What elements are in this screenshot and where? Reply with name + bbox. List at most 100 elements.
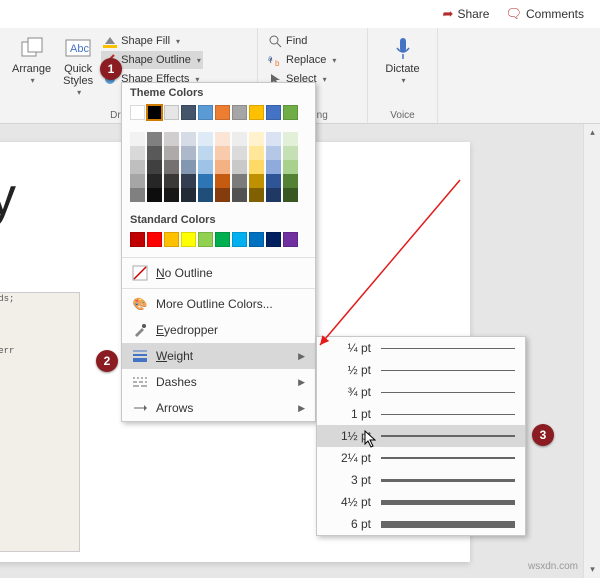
color-swatch[interactable] xyxy=(198,232,213,247)
weight-option[interactable]: ¾ pt xyxy=(317,381,525,403)
color-swatch[interactable] xyxy=(198,174,213,188)
color-swatch[interactable] xyxy=(164,174,179,188)
color-swatch[interactable] xyxy=(130,132,145,146)
color-swatch[interactable] xyxy=(249,174,264,188)
arrange-button[interactable]: Arrange▾ xyxy=(8,32,55,87)
weight-item[interactable]: Weight▶ xyxy=(122,343,315,369)
color-swatch[interactable] xyxy=(249,160,264,174)
color-swatch[interactable] xyxy=(181,132,196,146)
more-colors-item[interactable]: 🎨More Outline Colors... xyxy=(122,291,315,317)
color-swatch[interactable] xyxy=(181,146,196,160)
color-swatch[interactable] xyxy=(232,146,247,160)
color-swatch[interactable] xyxy=(215,160,230,174)
color-swatch[interactable] xyxy=(249,188,264,202)
color-swatch[interactable] xyxy=(266,132,281,146)
color-swatch[interactable] xyxy=(198,105,213,120)
color-swatch[interactable] xyxy=(130,146,145,160)
color-swatch[interactable] xyxy=(283,146,298,160)
color-swatch[interactable] xyxy=(181,160,196,174)
shape-fill-button[interactable]: Shape Fill▾ xyxy=(101,32,203,50)
color-swatch[interactable] xyxy=(215,188,230,202)
color-swatch[interactable] xyxy=(232,105,247,120)
weight-option[interactable]: 4½ pt xyxy=(317,491,525,513)
quick-styles-button[interactable]: Abc Quick Styles▾ xyxy=(59,32,97,99)
color-swatch[interactable] xyxy=(232,160,247,174)
weight-option[interactable]: 6 pt xyxy=(317,513,525,535)
replace-button[interactable]: abReplace▾ xyxy=(266,51,359,69)
weight-option[interactable]: ¼ pt xyxy=(317,337,525,359)
pasted-image[interactable]: content ds;yQuals :{te,m;sm;it();erryQua… xyxy=(0,292,80,552)
color-swatch[interactable] xyxy=(164,105,179,120)
weight-option-label: 1 pt xyxy=(327,407,371,421)
color-swatch[interactable] xyxy=(215,146,230,160)
color-swatch[interactable] xyxy=(164,188,179,202)
color-swatch[interactable] xyxy=(266,188,281,202)
color-swatch[interactable] xyxy=(232,174,247,188)
find-button[interactable]: Find xyxy=(266,32,359,50)
color-swatch[interactable] xyxy=(283,132,298,146)
color-swatch[interactable] xyxy=(147,232,162,247)
weight-option[interactable]: 1 pt xyxy=(317,403,525,425)
weight-option[interactable]: ½ pt xyxy=(317,359,525,381)
color-swatch[interactable] xyxy=(215,174,230,188)
color-swatch[interactable] xyxy=(249,132,264,146)
no-outline-item[interactable]: No Outline xyxy=(122,260,315,286)
weight-option[interactable]: 1½ pt xyxy=(317,425,525,447)
color-swatch[interactable] xyxy=(130,160,145,174)
eyedropper-item[interactable]: Eyedropper xyxy=(122,317,315,343)
color-swatch[interactable] xyxy=(164,232,179,247)
dictate-button[interactable]: Dictate▾ xyxy=(376,32,429,87)
slide-title: ly xyxy=(0,166,15,228)
color-swatch[interactable] xyxy=(249,146,264,160)
color-swatch[interactable] xyxy=(215,132,230,146)
color-swatch[interactable] xyxy=(181,105,196,120)
color-swatch[interactable] xyxy=(283,232,298,247)
color-swatch[interactable] xyxy=(215,232,230,247)
color-swatch[interactable] xyxy=(283,160,298,174)
color-swatch[interactable] xyxy=(266,160,281,174)
color-swatch[interactable] xyxy=(130,105,145,120)
color-swatch[interactable] xyxy=(232,132,247,146)
color-swatch[interactable] xyxy=(181,232,196,247)
color-swatch[interactable] xyxy=(147,188,162,202)
scroll-up-button[interactable]: ▴ xyxy=(584,124,600,141)
color-swatch[interactable] xyxy=(147,132,162,146)
color-swatch[interactable] xyxy=(130,174,145,188)
color-swatch[interactable] xyxy=(266,232,281,247)
weight-option[interactable]: 2¼ pt xyxy=(317,447,525,469)
color-swatch[interactable] xyxy=(283,174,298,188)
weight-option[interactable]: 3 pt xyxy=(317,469,525,491)
color-swatch[interactable] xyxy=(266,174,281,188)
color-swatch[interactable] xyxy=(232,188,247,202)
color-swatch[interactable] xyxy=(147,160,162,174)
color-swatch[interactable] xyxy=(266,146,281,160)
color-swatch[interactable] xyxy=(130,232,145,247)
color-swatch[interactable] xyxy=(283,188,298,202)
scroll-down-button[interactable]: ▾ xyxy=(584,561,600,578)
color-swatch[interactable] xyxy=(266,105,281,120)
color-swatch[interactable] xyxy=(198,146,213,160)
color-swatch[interactable] xyxy=(147,174,162,188)
color-swatch[interactable] xyxy=(198,188,213,202)
color-swatch[interactable] xyxy=(147,146,162,160)
color-swatch[interactable] xyxy=(198,160,213,174)
comments-button[interactable]: 🗨Comments xyxy=(501,4,588,24)
color-swatch[interactable] xyxy=(164,160,179,174)
color-swatch[interactable] xyxy=(283,105,298,120)
color-swatch[interactable] xyxy=(130,188,145,202)
standard-colors-header: Standard Colors xyxy=(122,210,315,228)
color-swatch[interactable] xyxy=(181,174,196,188)
color-swatch[interactable] xyxy=(249,232,264,247)
color-swatch[interactable] xyxy=(147,105,162,120)
color-swatch[interactable] xyxy=(181,188,196,202)
color-swatch[interactable] xyxy=(164,132,179,146)
arrows-item[interactable]: Arrows▶ xyxy=(122,395,315,421)
share-button[interactable]: ➦Share xyxy=(439,4,494,24)
vertical-scrollbar[interactable]: ▴ ▾ xyxy=(583,124,600,578)
color-swatch[interactable] xyxy=(164,146,179,160)
color-swatch[interactable] xyxy=(232,232,247,247)
color-swatch[interactable] xyxy=(198,132,213,146)
dashes-item[interactable]: Dashes▶ xyxy=(122,369,315,395)
color-swatch[interactable] xyxy=(249,105,264,120)
color-swatch[interactable] xyxy=(215,105,230,120)
